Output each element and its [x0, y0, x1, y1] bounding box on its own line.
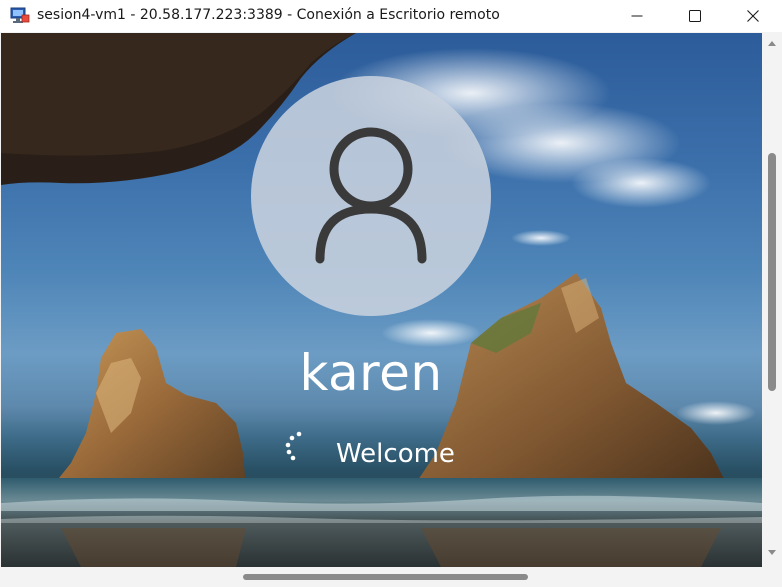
maximize-icon: [689, 10, 701, 22]
title-bar[interactable]: sesion4-vm1 - 20.58.177.223:3389 - Conex…: [0, 0, 782, 32]
scroll-down-icon[interactable]: [767, 549, 777, 557]
remote-desktop-icon: [10, 7, 30, 23]
close-icon: [747, 10, 759, 22]
scroll-up-icon[interactable]: [767, 39, 777, 47]
user-avatar: [251, 76, 491, 316]
minimize-button[interactable]: [608, 0, 666, 32]
vertical-scrollbar[interactable]: [762, 33, 782, 567]
user-icon: [315, 127, 427, 264]
status-text: Welcome: [336, 439, 455, 469]
maximize-button[interactable]: [666, 0, 724, 32]
remote-desktop-window: sesion4-vm1 - 20.58.177.223:3389 - Conex…: [0, 0, 782, 587]
horizontal-scroll-thumb[interactable]: [243, 574, 528, 580]
username-label: karen: [299, 344, 443, 402]
loading-spinner-icon: [285, 431, 302, 461]
minimize-icon: [631, 15, 643, 17]
close-button[interactable]: [724, 0, 782, 32]
vertical-scroll-thumb[interactable]: [768, 153, 776, 391]
window-title: sesion4-vm1 - 20.58.177.223:3389 - Conex…: [37, 7, 500, 23]
remote-session-viewport[interactable]: karen Welcome: [1, 33, 762, 567]
horizontal-scrollbar[interactable]: [0, 567, 782, 587]
